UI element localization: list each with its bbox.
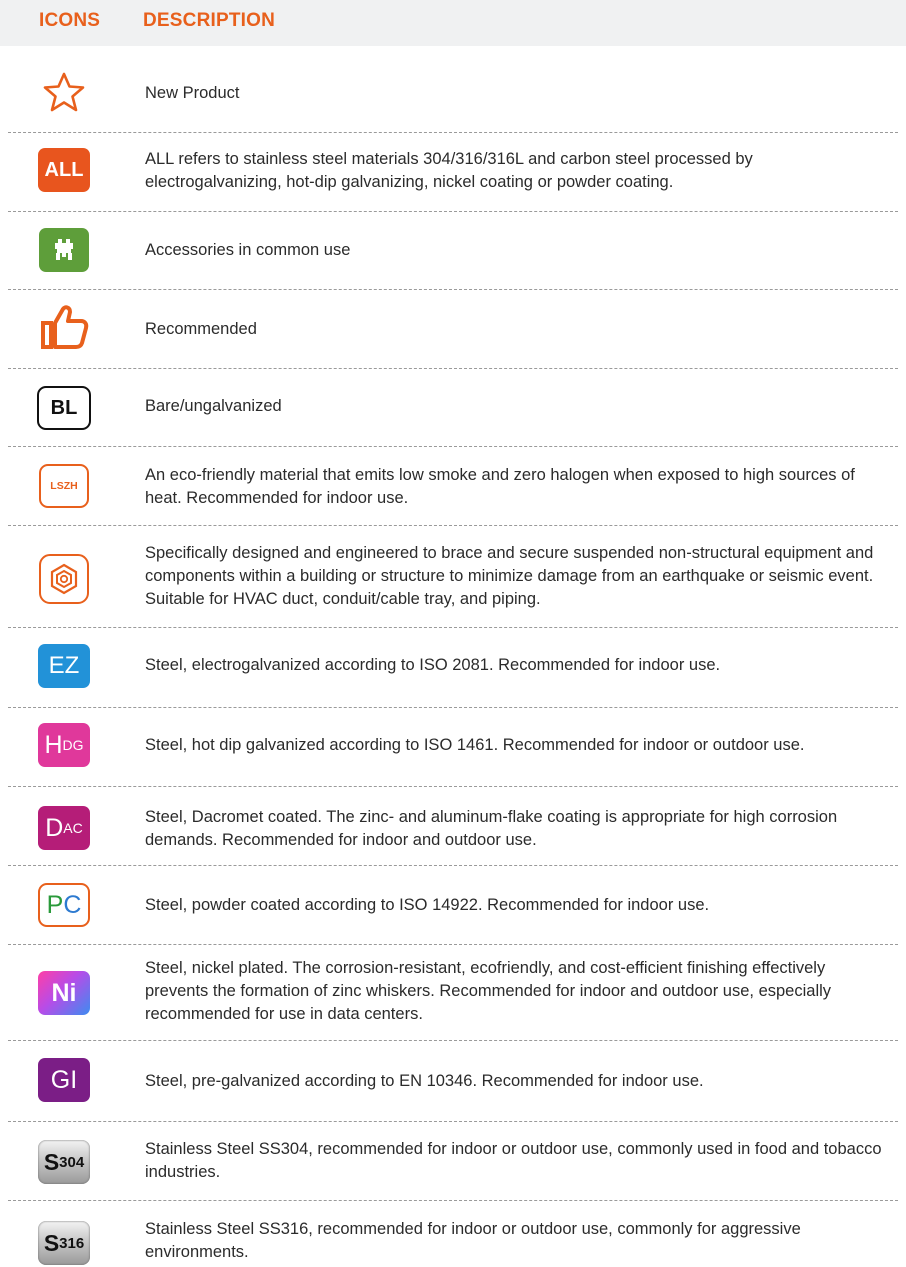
table-header: ICONS DESCRIPTION bbox=[0, 0, 906, 46]
row-description: Recommended bbox=[145, 320, 257, 338]
row-description: Steel, nickel plated. The corrosion-resi… bbox=[145, 959, 832, 1023]
hdg-badge-icon: H DG bbox=[38, 723, 90, 767]
row-divider bbox=[8, 525, 898, 526]
row-description: An eco-friendly material that emits low … bbox=[145, 466, 855, 507]
icons-column-header: ICONS bbox=[39, 10, 101, 31]
all-badge-icon: ALL bbox=[38, 148, 90, 192]
bl-badge-icon: BL bbox=[37, 386, 91, 430]
thumbs-up-icon bbox=[37, 305, 91, 349]
row-description: Steel, pre-galvanized according to EN 10… bbox=[145, 1072, 704, 1090]
row-divider bbox=[8, 368, 898, 369]
row-divider bbox=[8, 865, 898, 866]
dac-badge-icon: D AC bbox=[38, 806, 90, 850]
row-description: New Product bbox=[145, 84, 240, 102]
seismic-badge-icon bbox=[39, 554, 89, 604]
row-description: Bare/ungalvanized bbox=[145, 397, 282, 415]
row-divider bbox=[8, 1121, 898, 1122]
row-description: Stainless Steel SS316, recommended for i… bbox=[145, 1220, 801, 1261]
row-description: Steel, powder coated according to ISO 14… bbox=[145, 896, 710, 914]
row-description: Steel, electrogalvanized according to IS… bbox=[145, 656, 721, 674]
row-divider bbox=[8, 707, 898, 708]
row-divider bbox=[8, 1040, 898, 1041]
row-description: Specifically designed and engineered to … bbox=[145, 544, 874, 608]
lszh-badge-icon: LSZH bbox=[39, 464, 89, 508]
row-description: ALL refers to stainless steel materials … bbox=[145, 150, 753, 191]
row-divider bbox=[8, 446, 898, 447]
row-description: Steel, hot dip galvanized according to I… bbox=[145, 736, 805, 754]
ni-badge-icon: Ni bbox=[38, 971, 90, 1015]
row-divider bbox=[8, 944, 898, 945]
accessory-badge-icon bbox=[39, 228, 89, 272]
row-divider bbox=[8, 211, 898, 212]
gi-badge-icon: GI bbox=[38, 1058, 90, 1102]
row-divider bbox=[8, 1200, 898, 1201]
star-outline-icon bbox=[37, 70, 91, 114]
row-description: Stainless Steel SS304, recommended for i… bbox=[145, 1140, 882, 1181]
row-divider bbox=[8, 627, 898, 628]
ez-badge-icon: EZ bbox=[38, 644, 90, 688]
ss304-badge-icon: S 304 bbox=[38, 1140, 90, 1184]
row-description: Steel, Dacromet coated. The zinc- and al… bbox=[145, 808, 838, 849]
row-description: Accessories in common use bbox=[145, 241, 351, 259]
ss316-badge-icon: S 316 bbox=[38, 1221, 90, 1265]
row-divider bbox=[8, 289, 898, 290]
pc-badge-icon: PC bbox=[38, 883, 90, 927]
row-divider bbox=[8, 786, 898, 787]
row-divider bbox=[8, 132, 898, 133]
description-column-header: DESCRIPTION bbox=[143, 10, 276, 31]
